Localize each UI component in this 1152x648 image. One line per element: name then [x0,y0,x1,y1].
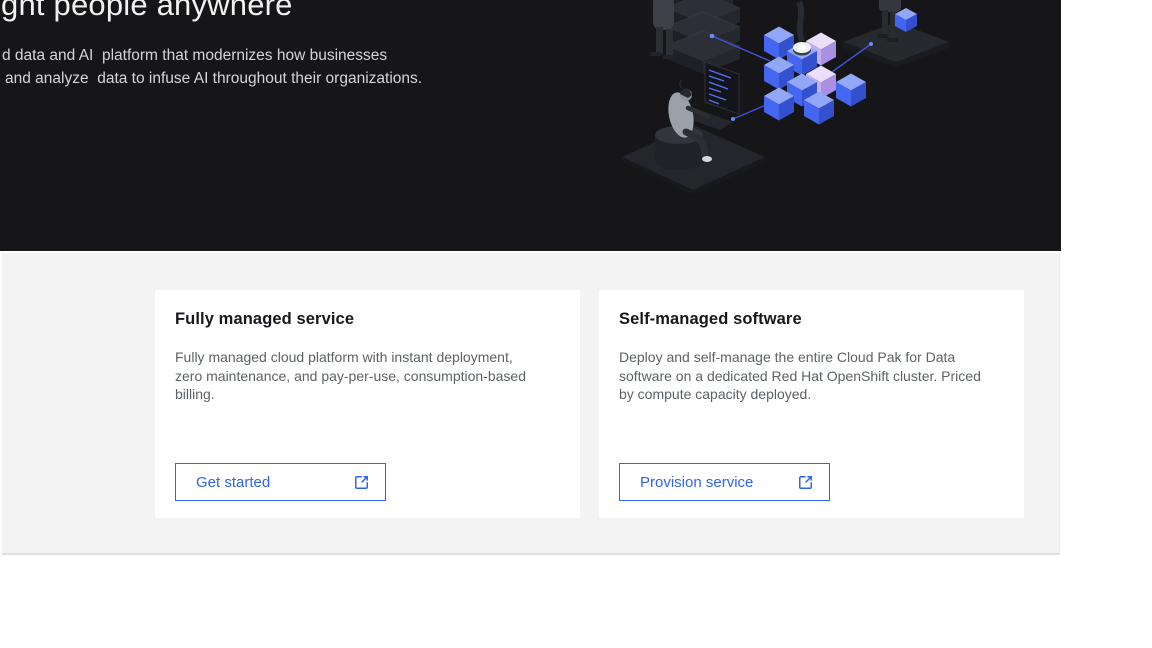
right-platform-illustration [843,0,949,68]
offer-card-description: Fully managed cloud platform with instan… [175,348,539,404]
seated-person-workstation [622,62,765,195]
launch-icon [353,474,370,491]
standing-person-left [650,0,675,59]
connection-dot [869,42,873,46]
connection-dot [710,34,715,39]
hero-description-line1: d data and AI platform that modernizes h… [2,44,422,67]
offer-cards: Fully managed service Fully managed clou… [155,290,1024,518]
offer-card-description: Deploy and self-manage the entire Cloud … [619,348,983,404]
provision-service-button[interactable]: Provision service [619,463,830,501]
offer-card-title: Self-managed software [619,310,1004,329]
hero-section: ght people anywhere d data and AI platfo… [0,0,1061,251]
smoke-wisp [799,2,802,41]
launch-icon [797,474,814,491]
server-stack-illustration [666,0,740,74]
hero-description-line2: and analyze data to infuse AI throughout… [5,67,422,90]
hero-illustration [600,0,1061,251]
connection-dot [731,117,735,121]
get-started-label: Get started [196,474,270,491]
provision-service-label: Provision service [640,474,753,491]
offer-card-fully-managed: Fully managed service Fully managed clou… [155,290,580,518]
get-started-button[interactable]: Get started [175,463,386,501]
offer-card-self-managed: Self-managed software Deploy and self-ma… [599,290,1024,518]
browser-page: ght people anywhere d data and AI platfo… [0,0,1061,555]
offers-section: Fully managed service Fully managed clou… [2,253,1060,555]
hero-description: d data and AI platform that modernizes h… [2,44,422,90]
hero-heading: ght people anywhere [1,0,293,20]
screen: ght people anywhere d data and AI platfo… [0,0,1152,648]
offer-card-title: Fully managed service [175,310,560,329]
